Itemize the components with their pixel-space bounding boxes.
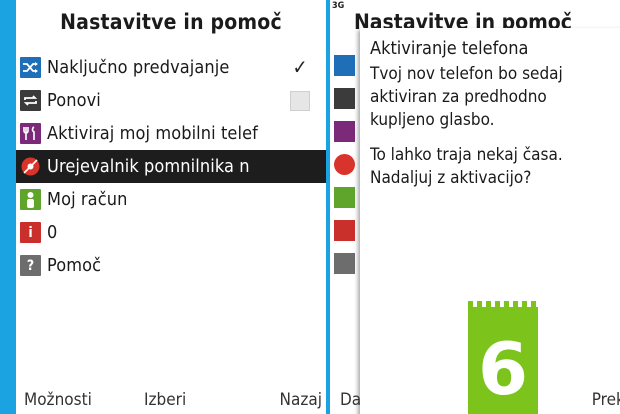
menu-item-shuffle[interactable]: Naključno predvajanje ✓ [16, 51, 326, 84]
menu-item-label: Ponovi [47, 90, 101, 111]
repeat-icon [334, 88, 355, 109]
memory-editor-icon [334, 154, 355, 175]
shuffle-icon [20, 57, 41, 78]
menu-item-label: Naključno predvajanje [47, 57, 230, 78]
account-icon [20, 189, 41, 210]
menu-item-memory-editor[interactable]: Urejevalnik pomnilnika n [16, 150, 326, 183]
page-title: Nastavitve in pomoč [60, 10, 282, 34]
menu-item-my-account[interactable]: Moj račun [16, 183, 326, 216]
menu-item-label: Moj račun [47, 189, 128, 210]
help-icon [334, 253, 355, 274]
account-icon [334, 187, 355, 208]
memory-editor-icon [20, 156, 41, 177]
menu-item-label: Urejevalnik pomnilnika n [47, 156, 250, 177]
help-icon: ? [20, 255, 41, 276]
menu-item-label: 0 [47, 222, 58, 243]
background-menu-icons [334, 55, 355, 274]
back-softkey[interactable]: Nazaj [280, 390, 322, 410]
dialog-question: To lahko traja nekaj časa. Nadaljuj z ak… [370, 145, 563, 188]
shuffle-icon [334, 55, 355, 76]
info-icon: i [20, 222, 41, 243]
menu-item-repeat[interactable]: Ponovi [16, 84, 326, 117]
info-icon [334, 220, 355, 241]
signal-indicator: 3G [332, 1, 345, 11]
settings-menu: Naključno predvajanje ✓ Ponovi Aktiviraj… [16, 51, 326, 282]
menu-item-help[interactable]: ? Pomoč [16, 249, 326, 282]
select-softkey[interactable]: Izberi [144, 390, 186, 410]
softkey-bar: Možnosti Izberi Nazaj [16, 384, 326, 414]
repeat-icon [20, 90, 41, 111]
page-number-badge: 6 [468, 301, 538, 414]
tools-icon [334, 121, 355, 142]
dialog-title: Aktiviranje telefona [370, 38, 529, 59]
menu-item-info[interactable]: i 0 [16, 216, 326, 249]
settings-screen: Nastavitve in pomoč Naključno predvajanj… [16, 0, 326, 414]
dialog-message: Tvoj nov telefon bo sedaj aktiviran za p… [370, 64, 563, 130]
tools-icon [20, 123, 41, 144]
dialog-body: Tvoj nov telefon bo sedaj aktiviran za p… [370, 63, 620, 190]
menu-item-label: Aktiviraj moj mobilni telef [47, 123, 258, 144]
options-softkey[interactable]: Možnosti [24, 390, 92, 410]
menu-item-label: Pomoč [47, 255, 102, 276]
yes-softkey[interactable]: Da [340, 390, 361, 410]
cancel-softkey[interactable]: Prekliči [592, 390, 620, 410]
badge-number: 6 [477, 327, 529, 411]
repeat-checkbox[interactable] [290, 91, 310, 111]
menu-item-activate-phone[interactable]: Aktiviraj moj mobilni telef [16, 117, 326, 150]
shuffle-checkbox[interactable]: ✓ [290, 57, 310, 78]
